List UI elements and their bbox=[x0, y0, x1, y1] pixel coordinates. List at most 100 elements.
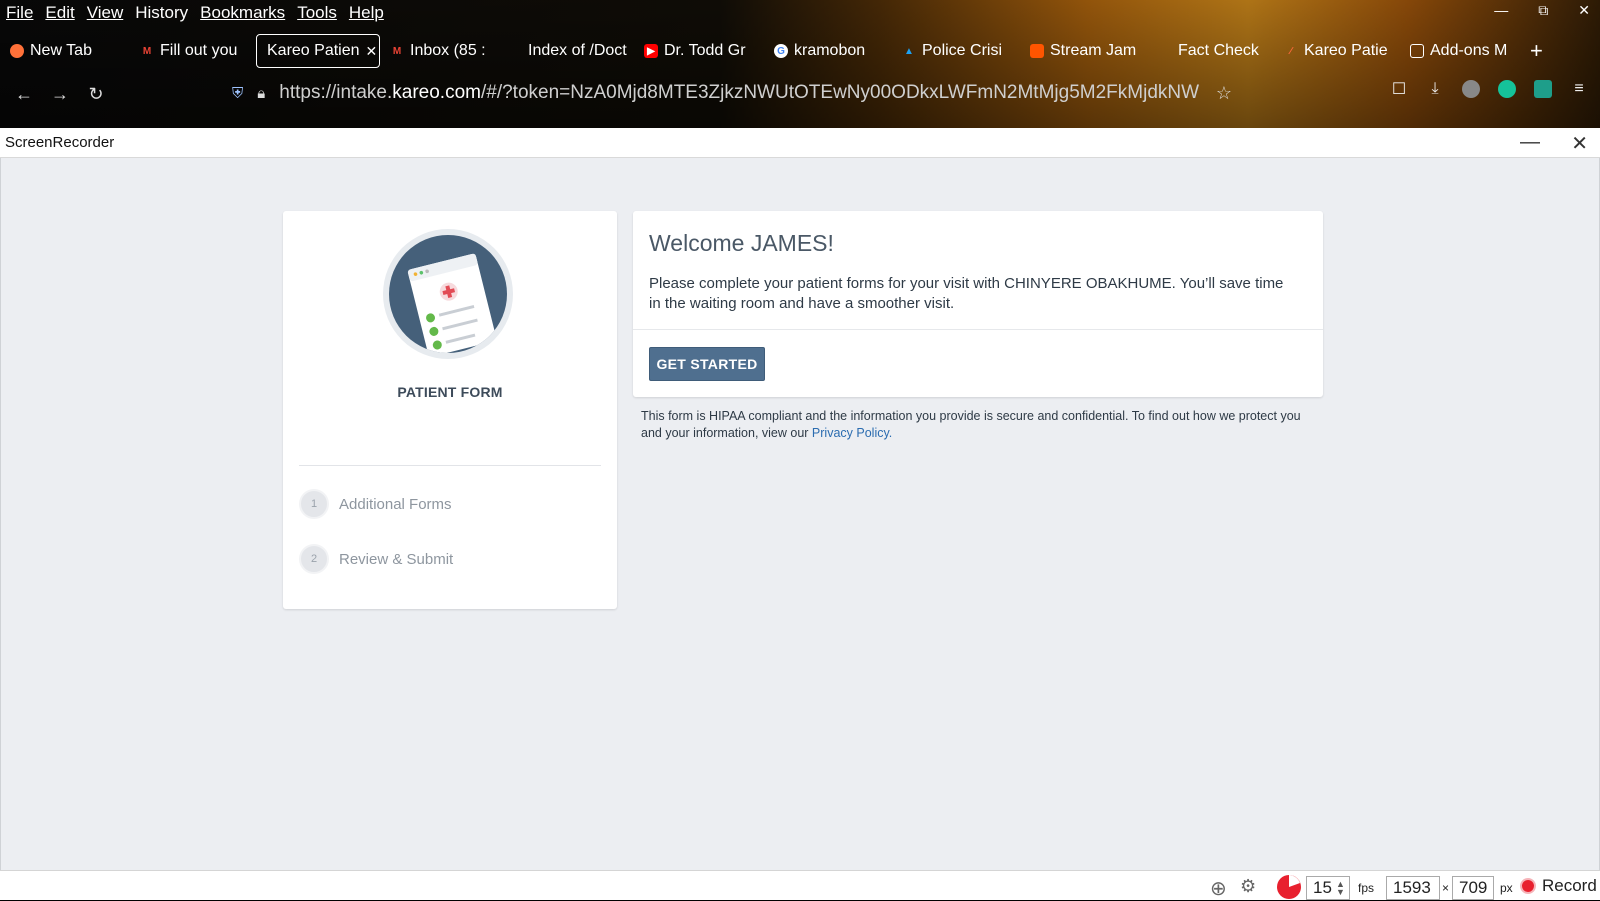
window-controls: — ⧉ ✕ bbox=[1494, 2, 1590, 19]
recorder-minimize-icon[interactable]: — bbox=[1520, 131, 1540, 154]
menu-help[interactable]: Help bbox=[349, 3, 384, 23]
width-field[interactable]: 1593 bbox=[1386, 876, 1440, 900]
menu-tools[interactable]: Tools bbox=[297, 3, 337, 23]
record-timer-icon bbox=[1276, 874, 1302, 900]
shield-icon: ⛨ bbox=[232, 84, 244, 102]
twitter-icon: ▲ bbox=[904, 45, 914, 57]
extension-icon[interactable] bbox=[1462, 80, 1480, 98]
url-text[interactable]: https://intake.kareo.com/#/?token=NzA0Mj… bbox=[279, 82, 1199, 104]
tab-gmail-form[interactable]: M Fill out you bbox=[130, 34, 256, 68]
tab-label: kramobon bbox=[794, 42, 866, 59]
tab-twitter[interactable]: ▲ Police Crisi bbox=[892, 34, 1020, 68]
height-input[interactable]: 709 bbox=[1452, 876, 1494, 900]
gmail-icon: M bbox=[392, 45, 402, 57]
step-number: 1 bbox=[299, 489, 329, 519]
height-field[interactable]: 709 bbox=[1452, 876, 1494, 900]
get-started-button[interactable]: GET STARTED bbox=[649, 347, 765, 381]
browser-chrome: File Edit View History Bookmarks Tools H… bbox=[0, 0, 1600, 128]
welcome-message: Please complete your patient forms for y… bbox=[649, 275, 1284, 312]
page-content: PATIENT FORM 1 Additional Forms 2 Review… bbox=[0, 158, 1600, 870]
toolbar-icons: ☐ ⤓ ≡ bbox=[1390, 80, 1588, 98]
forward-icon[interactable]: → bbox=[42, 84, 78, 105]
patient-form-card: PATIENT FORM 1 Additional Forms 2 Review… bbox=[283, 211, 617, 609]
tab-label: Dr. Todd Gr bbox=[664, 42, 746, 59]
step-additional-forms[interactable]: 1 Additional Forms bbox=[299, 488, 452, 520]
width-input[interactable]: 1593 bbox=[1386, 876, 1440, 900]
tab-google[interactable]: G kramobon bbox=[764, 34, 892, 68]
step-label: Additional Forms bbox=[339, 495, 452, 513]
tab-label: Stream Jam bbox=[1050, 42, 1137, 59]
welcome-heading: Welcome JAMES! bbox=[649, 230, 834, 256]
bookmark-star-icon[interactable]: ☆ bbox=[1216, 83, 1232, 104]
tab-soundcloud[interactable]: Stream Jam bbox=[1020, 34, 1148, 68]
minimize-icon[interactable]: — bbox=[1494, 2, 1508, 19]
close-window-icon[interactable]: ✕ bbox=[1578, 2, 1590, 19]
lock-icon: 🔒︎ bbox=[257, 84, 266, 102]
back-icon[interactable]: ← bbox=[6, 84, 42, 105]
fps-stepper-icon[interactable]: ▲ ▼ bbox=[1336, 880, 1345, 897]
record-dot-icon bbox=[1520, 878, 1536, 894]
tab-new-tab[interactable]: New Tab bbox=[0, 34, 130, 68]
hipaa-notice: This form is HIPAA compliant and the inf… bbox=[641, 408, 1321, 442]
record-label: Record bbox=[1542, 876, 1597, 895]
pocket-icon[interactable]: ☐ bbox=[1390, 80, 1408, 98]
kareo-icon: ∕ bbox=[1290, 45, 1292, 57]
crosshair-icon[interactable]: ⊕ bbox=[1210, 876, 1227, 901]
grammarly-icon[interactable] bbox=[1498, 80, 1516, 98]
recorder-close-icon[interactable]: ✕ bbox=[1571, 131, 1588, 156]
step-number: 2 bbox=[299, 544, 329, 574]
menu-history[interactable]: History bbox=[135, 3, 188, 23]
tab-kareo-2[interactable]: ∕ Kareo Patie bbox=[1274, 34, 1400, 68]
fps-unit: fps bbox=[1358, 881, 1375, 895]
divider bbox=[299, 465, 601, 466]
screen-recorder-titlebar: ScreenRecorder — ✕ bbox=[0, 128, 1600, 158]
menu-view[interactable]: View bbox=[87, 3, 124, 23]
settings-gears-icon[interactable]: ⚙ bbox=[1240, 876, 1256, 897]
tab-addons[interactable]: Add-ons M bbox=[1400, 34, 1520, 68]
fps-field[interactable]: 15 ▲ ▼ bbox=[1306, 876, 1350, 900]
tab-youtube[interactable]: ▶ Dr. Todd Gr bbox=[634, 34, 764, 68]
patient-form-title: PATIENT FORM bbox=[397, 384, 503, 400]
download-icon[interactable]: ⤓ bbox=[1426, 80, 1444, 98]
tab-label: Kareo Patie bbox=[1304, 42, 1388, 59]
bookmarks-toolbar bbox=[0, 120, 1600, 128]
clipboard-icon bbox=[389, 235, 507, 353]
soundcloud-icon bbox=[1030, 44, 1044, 58]
tab-label: Kareo Patien bbox=[267, 42, 360, 59]
menu-bookmarks[interactable]: Bookmarks bbox=[200, 3, 285, 23]
tab-label: Add-ons M bbox=[1430, 42, 1508, 59]
url-bar[interactable]: ⛨ 🔒︎ https://intake.kareo.com/#/?token=N… bbox=[232, 78, 1262, 108]
youtube-icon: ▶ bbox=[644, 44, 658, 58]
restore-icon[interactable]: ⧉ bbox=[1538, 2, 1548, 19]
tab-label: Index of /Doct bbox=[528, 42, 627, 59]
gmail-icon: M bbox=[142, 45, 152, 57]
step-review-submit[interactable]: 2 Review & Submit bbox=[299, 543, 453, 575]
tab-label: Police Crisi bbox=[922, 42, 1003, 59]
close-tab-icon[interactable]: ✕ bbox=[366, 43, 378, 60]
step-label: Review & Submit bbox=[339, 550, 454, 568]
tab-fact-check[interactable]: Fact Check bbox=[1148, 34, 1274, 68]
tab-strip: New Tab M Fill out you Kareo Patien ✕ M … bbox=[0, 32, 1600, 70]
menu-file[interactable]: File bbox=[6, 3, 33, 23]
firefox-icon bbox=[10, 44, 24, 58]
tab-label: New Tab bbox=[30, 42, 92, 59]
divider bbox=[633, 329, 1323, 330]
google-icon: G bbox=[774, 44, 788, 58]
screen-recorder-extension-icon[interactable] bbox=[1534, 80, 1552, 98]
tab-index[interactable]: Index of /Doct bbox=[504, 34, 634, 68]
tab-label: Fill out you bbox=[160, 42, 238, 59]
navigation-bar: ← → ↻ ⛨ 🔒︎ https://intake.kareo.com/#/?t… bbox=[0, 72, 1600, 116]
times-sign: × bbox=[1442, 881, 1450, 895]
menubar: File Edit View History Bookmarks Tools H… bbox=[0, 0, 396, 26]
new-tab-button[interactable]: + bbox=[1520, 34, 1560, 68]
reload-icon[interactable]: ↻ bbox=[78, 84, 114, 105]
recorder-statusbar: ⊕ ⚙ 15 ▲ ▼ fps 1593 × 709 px Record bbox=[0, 870, 1600, 900]
hamburger-menu-icon[interactable]: ≡ bbox=[1570, 80, 1588, 98]
tab-inbox[interactable]: M Inbox (85 : bbox=[380, 34, 504, 68]
hipaa-text: This form is HIPAA compliant and the inf… bbox=[641, 409, 1301, 440]
record-button[interactable]: Record bbox=[1520, 876, 1597, 896]
privacy-policy-link[interactable]: Privacy Policy. bbox=[812, 426, 892, 440]
menu-edit[interactable]: Edit bbox=[45, 3, 74, 23]
tab-kareo-active[interactable]: Kareo Patien ✕ bbox=[256, 34, 380, 68]
welcome-card: Welcome JAMES! Please complete your pati… bbox=[633, 211, 1323, 397]
